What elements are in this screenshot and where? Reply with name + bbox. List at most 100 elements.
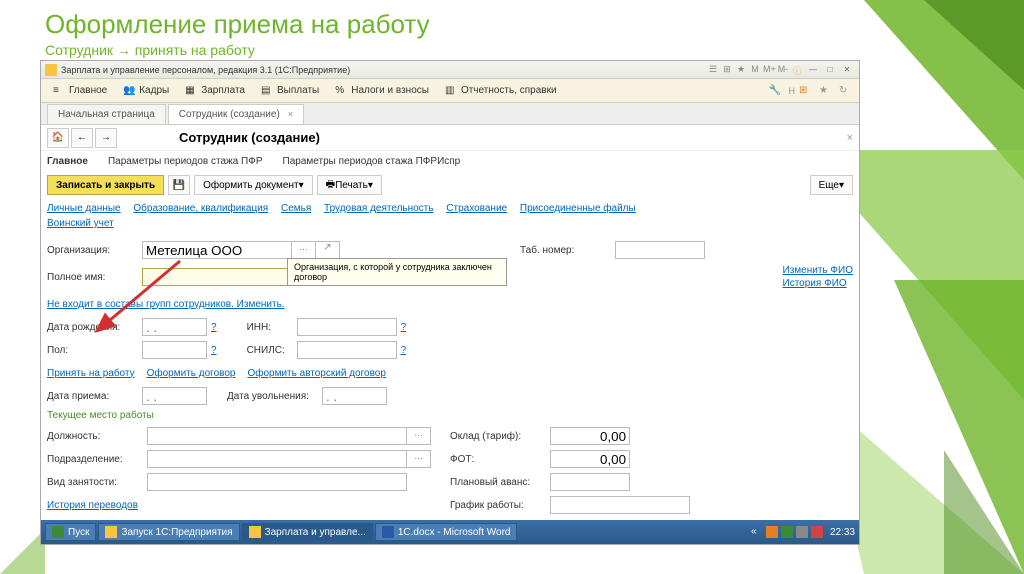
subtab-pfr[interactable]: Параметры периодов стажа ПФР <box>108 156 263 167</box>
section-current-place: Текущее место работы <box>47 410 853 421</box>
menu-kadry[interactable]: 👥Кадры <box>115 79 177 102</box>
input-position[interactable] <box>147 427 407 445</box>
taskbar-1c-launcher[interactable]: Запуск 1С:Предприятия <box>98 523 239 541</box>
taskbar-clock[interactable]: 22:33 <box>830 527 855 538</box>
app-icon <box>45 64 57 76</box>
input-inn[interactable] <box>297 318 397 336</box>
link-education[interactable]: Образование, квалификация <box>133 203 268 214</box>
link-personal-data[interactable]: Личные данные <box>47 203 121 214</box>
titlebar-tool-icon[interactable]: M+ <box>763 64 775 76</box>
tab-close-icon[interactable]: × <box>288 109 293 119</box>
nav-home-button[interactable]: 🏠 <box>47 128 69 148</box>
input-fire-date[interactable] <box>322 387 387 405</box>
input-employment-type[interactable] <box>147 473 407 491</box>
input-organization[interactable] <box>142 241 292 259</box>
tray-icon[interactable] <box>781 526 793 538</box>
input-department[interactable] <box>147 450 407 468</box>
slide-title-area: Оформление приема на работу Сотрудник → … <box>45 9 430 58</box>
link-military[interactable]: Воинский учет <box>47 218 114 229</box>
org-open-button[interactable]: ↗ <box>316 241 340 259</box>
input-schedule[interactable] <box>550 496 690 514</box>
link-attached-files[interactable]: Присоединенные файлы <box>520 203 636 214</box>
start-button[interactable]: Пуск <box>45 523 96 541</box>
menu-otchet[interactable]: ▥Отчетность, справки <box>437 79 565 102</box>
input-tab-number[interactable] <box>615 241 705 259</box>
wrench-icon[interactable]: 🔧 <box>769 85 781 97</box>
input-gender[interactable] <box>142 341 207 359</box>
create-document-button[interactable]: Оформить документ ▾ <box>194 175 313 195</box>
label-fire-date: Дата увольнения: <box>227 391 322 402</box>
subtab-main[interactable]: Главное <box>47 156 88 167</box>
window-maximize-button[interactable] <box>822 63 838 76</box>
nav-back-button[interactable]: ← <box>71 128 93 148</box>
link-family[interactable]: Семья <box>281 203 311 214</box>
star-icon[interactable]: ★ <box>819 85 831 97</box>
link-contract[interactable]: Оформить договор <box>147 368 236 379</box>
tab-employee-create[interactable]: Сотрудник (создание)× <box>168 104 304 124</box>
grid-icon[interactable]: ⊞ <box>799 85 811 97</box>
help-inn[interactable]: ? <box>401 322 407 333</box>
link-transfer-history[interactable]: История переводов <box>47 500 138 511</box>
document-tabs: Начальная страница Сотрудник (создание)× <box>41 103 859 125</box>
fio-links: Изменить ФИО История ФИО <box>783 263 853 291</box>
tray-expand-icon[interactable]: « <box>751 526 763 538</box>
position-select-button[interactable]: ... <box>407 427 431 445</box>
link-employee-groups[interactable]: Не входит в составы групп сотрудников. И… <box>47 299 285 310</box>
main-menubar: ≡Главное 👥Кадры ▦Зарплата ▤Выплаты %Нало… <box>41 79 859 103</box>
tab-start-page[interactable]: Начальная страница <box>47 104 166 124</box>
titlebar-tool-icon[interactable]: M- <box>777 64 789 76</box>
titlebar-tool-icon[interactable]: ⊞ <box>721 64 733 76</box>
page-subtabs: Главное Параметры периодов стажа ПФР Пар… <box>41 151 859 171</box>
titlebar-tool-icon[interactable]: M <box>749 64 761 76</box>
menu-zarplata[interactable]: ▦Зарплата <box>177 79 253 102</box>
slide-subtitle: Сотрудник → принять на работу <box>45 42 430 58</box>
tray-volume-icon[interactable] <box>796 526 808 538</box>
titlebar-tool-icon[interactable]: ☰ <box>707 64 719 76</box>
input-fot[interactable] <box>550 450 630 468</box>
link-history-fio[interactable]: История ФИО <box>783 278 853 289</box>
link-work-activity[interactable]: Трудовая деятельность <box>324 203 433 214</box>
link-hire[interactable]: Принять на работу <box>47 368 135 379</box>
help-birthdate[interactable]: ? <box>211 322 217 333</box>
chevron-down-icon: ▾ <box>839 180 844 191</box>
save-button[interactable]: 💾 <box>168 175 190 195</box>
help-snils[interactable]: ? <box>401 345 407 356</box>
nav-forward-button[interactable]: → <box>95 128 117 148</box>
workplace-columns: Должность:... Подразделение:... Вид заня… <box>47 423 853 518</box>
label-salary: Оклад (тариф): <box>450 431 550 442</box>
tooltip-organization: Организация, с которой у сотрудника закл… <box>287 258 507 286</box>
department-select-button[interactable]: ... <box>407 450 431 468</box>
link-author-contract[interactable]: Оформить авторский договор <box>247 368 385 379</box>
window-titlebar: Зарплата и управление персоналом, редакц… <box>41 61 859 79</box>
menu-vyplaty[interactable]: ▤Выплаты <box>253 79 327 102</box>
menu-main[interactable]: ≡Главное <box>45 79 115 102</box>
link-change-fio[interactable]: Изменить ФИО <box>783 265 853 276</box>
window-minimize-button[interactable] <box>805 63 821 76</box>
window-close-button[interactable] <box>839 63 855 76</box>
input-snils[interactable] <box>297 341 397 359</box>
label-department: Подразделение: <box>47 454 147 465</box>
employee-form: Организация: ... ↗ Таб. номер: Организац… <box>41 233 859 548</box>
titlebar-help-icon[interactable]: ⓘ <box>791 64 803 76</box>
titlebar-tool-icon[interactable]: ★ <box>735 64 747 76</box>
history-icon[interactable]: ↻ <box>839 85 851 97</box>
menu-nalogi[interactable]: %Налоги и взносы <box>327 79 437 102</box>
input-hire-date[interactable] <box>142 387 207 405</box>
input-salary[interactable] <box>550 427 630 445</box>
tray-icon[interactable] <box>811 526 823 538</box>
taskbar-word[interactable]: 1C.docx - Microsoft Word <box>375 523 518 541</box>
org-select-button[interactable]: ... <box>292 241 316 259</box>
help-gender[interactable]: ? <box>211 345 217 356</box>
taskbar-zarplata[interactable]: Зарплата и управле... <box>242 523 373 541</box>
page-close-icon[interactable]: × <box>847 132 853 144</box>
page-header: 🏠 ← → Сотрудник (создание) × <box>41 125 859 151</box>
tray-icon[interactable] <box>766 526 778 538</box>
label-fot: ФОТ: <box>450 454 550 465</box>
input-birthdate[interactable] <box>142 318 207 336</box>
save-close-button[interactable]: Записать и закрыть <box>47 175 164 195</box>
subtab-pfrisp[interactable]: Параметры периодов стажа ПФРИспр <box>283 156 461 167</box>
more-button[interactable]: Еще ▾ <box>810 175 853 195</box>
link-insurance[interactable]: Страхование <box>446 203 507 214</box>
print-button[interactable]: 🖶 Печать ▾ <box>317 175 382 195</box>
input-advance[interactable] <box>550 473 630 491</box>
